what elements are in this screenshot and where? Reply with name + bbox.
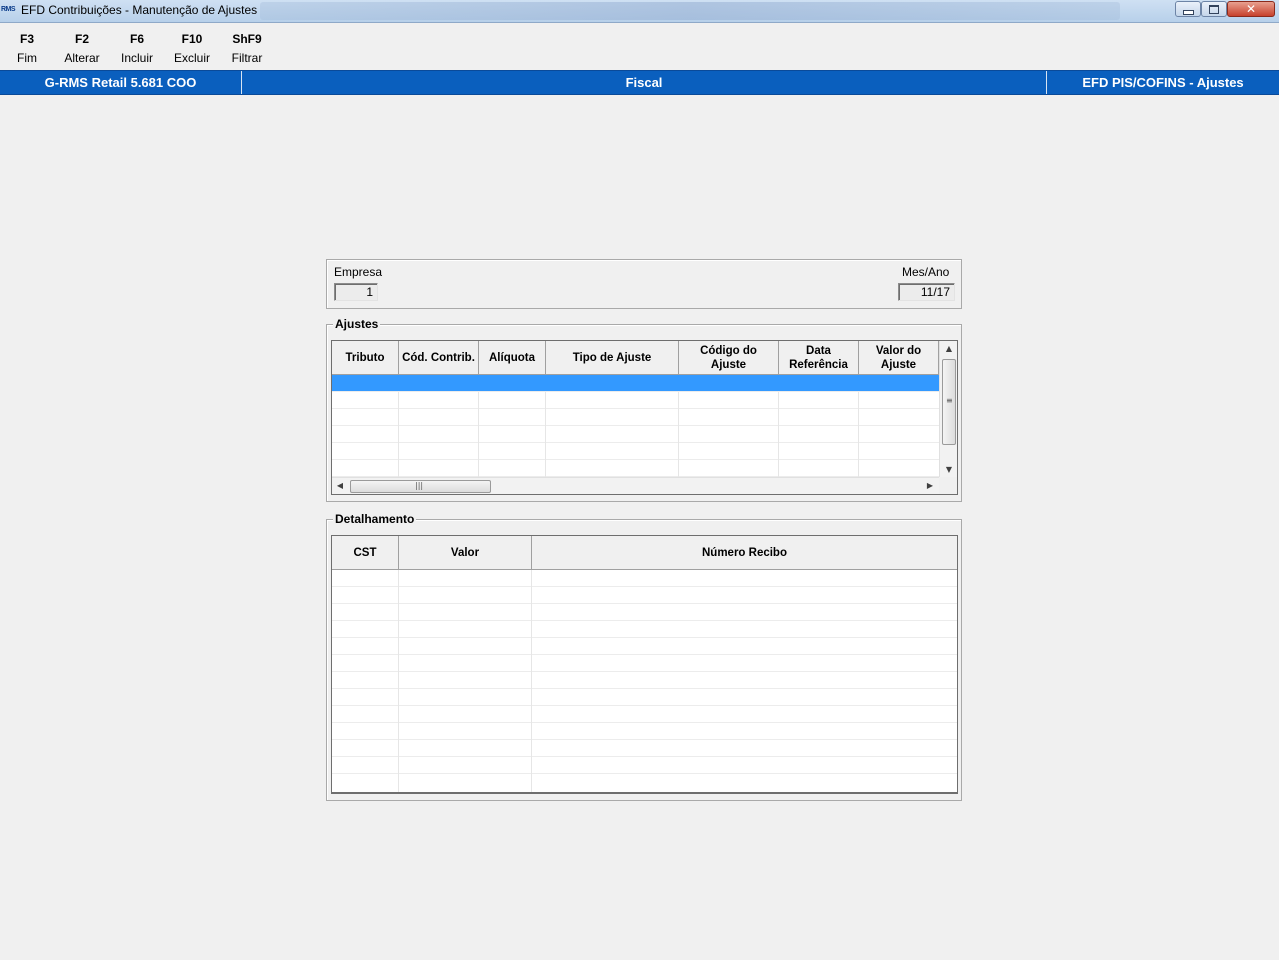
ajustes-title: Ajustes bbox=[333, 317, 381, 331]
close-icon: ✕ bbox=[1245, 2, 1257, 16]
table-row[interactable] bbox=[332, 460, 939, 477]
title-bar-background bbox=[260, 2, 1120, 20]
table-row[interactable] bbox=[332, 392, 939, 409]
table-row[interactable] bbox=[332, 706, 957, 723]
column-header-codigo-ajuste[interactable]: Código do Ajuste bbox=[679, 341, 779, 375]
column-header-valor-ajuste[interactable]: Valor do Ajuste bbox=[859, 341, 939, 375]
close-button[interactable]: ✕ bbox=[1227, 1, 1275, 17]
arrow-down-icon[interactable]: ▼ bbox=[943, 465, 955, 474]
column-divider bbox=[778, 392, 779, 477]
status-bar: G-RMS Retail 5.681 COO Fiscal EFD PIS/CO… bbox=[0, 70, 1279, 95]
fkey-fim-button[interactable]: F3 Fim bbox=[0, 30, 55, 68]
table-row[interactable] bbox=[332, 570, 957, 587]
table-row[interactable] bbox=[332, 774, 957, 791]
ajustes-vertical-scrollbar[interactable]: ▲ ≡ ▼ bbox=[939, 341, 957, 477]
grip-icon: ||| bbox=[415, 481, 424, 490]
table-row[interactable] bbox=[332, 672, 957, 689]
empresa-field[interactable]: 1 bbox=[334, 283, 378, 301]
fkey-label: Excluir bbox=[173, 51, 210, 65]
fkey-label: Fim bbox=[17, 51, 37, 65]
table-row[interactable] bbox=[332, 723, 957, 740]
status-app-version: G-RMS Retail 5.681 COO bbox=[44, 75, 197, 90]
column-header-cst[interactable]: CST bbox=[332, 536, 399, 570]
fkey-label: Filtrar bbox=[231, 51, 263, 65]
table-row[interactable] bbox=[332, 604, 957, 621]
scrollbar-corner bbox=[939, 477, 957, 494]
vertical-scroll-thumb[interactable]: ≡ bbox=[942, 359, 956, 445]
mesano-label: Mes/Ano bbox=[902, 265, 950, 279]
app-icon: RMS bbox=[1, 6, 16, 13]
fkey-code: F2 bbox=[74, 32, 89, 46]
filters-panel: Empresa 1 Mes/Ano 11/17 bbox=[326, 259, 962, 309]
column-header-numero-recibo[interactable]: Número Recibo bbox=[532, 536, 957, 570]
fkey-code: F3 bbox=[19, 32, 34, 46]
fkey-label: Alterar bbox=[64, 51, 100, 65]
fkey-code: F10 bbox=[181, 32, 203, 46]
fkey-incluir-button[interactable]: F6 Incluir bbox=[109, 30, 165, 68]
ajustes-grid[interactable]: Tributo Cód. Contrib. Alíquota Tipo de A… bbox=[331, 340, 958, 495]
fkey-code: F6 bbox=[129, 32, 144, 46]
table-row[interactable] bbox=[332, 757, 957, 774]
table-row[interactable] bbox=[332, 587, 957, 604]
column-header-tributo[interactable]: Tributo bbox=[332, 341, 399, 375]
window-title: EFD Contribuições - Manutenção de Ajuste… bbox=[21, 3, 258, 17]
fkey-alterar-button[interactable]: F2 Alterar bbox=[54, 30, 110, 68]
arrow-left-icon[interactable]: ◀ bbox=[334, 481, 346, 490]
column-header-aliquota[interactable]: Alíquota bbox=[479, 341, 546, 375]
column-divider bbox=[545, 392, 546, 477]
title-bar: RMS EFD Contribuições - Manutenção de Aj… bbox=[0, 0, 1279, 23]
mesano-field[interactable]: 11/17 bbox=[898, 283, 955, 301]
status-screen-name: EFD PIS/COFINS - Ajustes bbox=[1046, 71, 1279, 94]
table-row[interactable] bbox=[332, 621, 957, 638]
column-divider bbox=[678, 392, 679, 477]
detalhamento-panel: Detalhamento CST Valor Número Recibo bbox=[326, 512, 962, 801]
column-header-cod-contrib[interactable]: Cód. Contrib. bbox=[399, 341, 479, 375]
status-module: Fiscal bbox=[241, 71, 1046, 94]
column-divider bbox=[398, 570, 399, 792]
detalhamento-title: Detalhamento bbox=[333, 512, 417, 526]
detalhamento-grid[interactable]: CST Valor Número Recibo bbox=[331, 535, 958, 794]
table-row-selected[interactable] bbox=[332, 375, 939, 392]
table-row[interactable] bbox=[332, 638, 957, 655]
restore-button[interactable] bbox=[1201, 1, 1227, 17]
ajustes-horizontal-scrollbar[interactable]: ◀ ||| ▶ bbox=[332, 477, 939, 494]
minimize-button[interactable] bbox=[1175, 1, 1201, 17]
column-divider bbox=[531, 570, 532, 792]
ajustes-panel: Ajustes Tributo Cód. Contrib. Alíquota T… bbox=[326, 317, 962, 502]
table-row[interactable] bbox=[332, 740, 957, 757]
restore-icon bbox=[1209, 4, 1219, 14]
column-header-tipo-ajuste[interactable]: Tipo de Ajuste bbox=[546, 341, 679, 375]
table-row[interactable] bbox=[332, 655, 957, 672]
column-divider bbox=[858, 392, 859, 477]
fkey-code: ShF9 bbox=[232, 32, 262, 46]
fkey-filtrar-button[interactable]: ShF9 Filtrar bbox=[219, 30, 275, 68]
column-header-valor[interactable]: Valor bbox=[399, 536, 532, 570]
table-row[interactable] bbox=[332, 409, 939, 426]
horizontal-scroll-thumb[interactable]: ||| bbox=[350, 480, 491, 493]
arrow-right-icon[interactable]: ▶ bbox=[924, 481, 936, 490]
grip-icon: ≡ bbox=[946, 396, 953, 405]
table-row[interactable] bbox=[332, 426, 939, 443]
empresa-label: Empresa bbox=[334, 265, 383, 279]
column-divider bbox=[478, 392, 479, 477]
arrow-up-icon[interactable]: ▲ bbox=[943, 344, 955, 353]
fkey-excluir-button[interactable]: F10 Excluir bbox=[164, 30, 220, 68]
fkey-label: Incluir bbox=[120, 51, 153, 65]
column-header-data-referencia[interactable]: Data Referência bbox=[779, 341, 859, 375]
table-row[interactable] bbox=[332, 443, 939, 460]
minimize-icon bbox=[1182, 9, 1194, 15]
table-row[interactable] bbox=[332, 689, 957, 706]
column-divider bbox=[398, 392, 399, 477]
